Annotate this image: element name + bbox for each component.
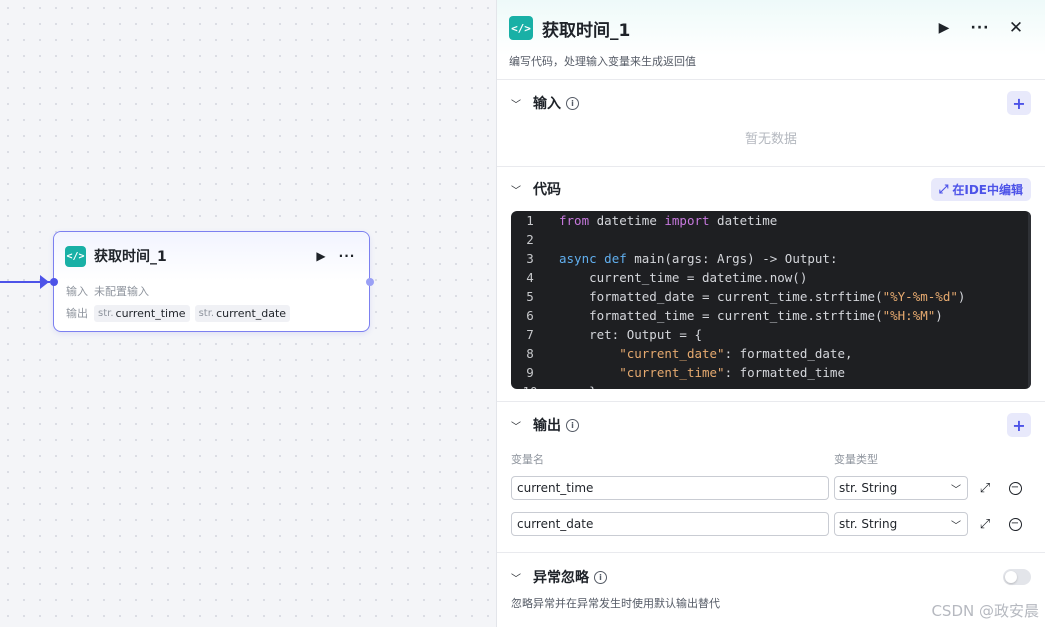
node-input-row: 输入 未配置输入 [54,280,369,302]
code-line[interactable]: 8 "current_date": formatted_date, [511,344,1031,363]
code-section-title: 代码 [533,182,561,198]
expand-icon[interactable]: ⤢ [972,476,998,500]
editor-scrollbar[interactable] [1028,211,1031,389]
empty-state: 暂无数据 [744,132,797,147]
line-number: 2 [526,232,534,247]
chevron-down-icon[interactable]: ﹀ [511,570,527,585]
line-number: 7 [526,327,534,342]
expand-icon: ⤢ [938,181,949,196]
add-input-button[interactable]: + [1007,91,1031,115]
more-icon[interactable]: ··· [335,244,359,268]
line-number: 8 [526,346,534,361]
input-section: ﹀ 输入 i + 暂无数据 [497,80,1045,167]
output-port[interactable] [365,278,374,286]
node-title: 获取时间_1 [94,249,167,265]
ignore-section-title: 异常忽略 [533,570,589,586]
chevron-down-icon: ﹀ [951,520,961,532]
code-text: } [559,382,597,389]
code-icon: </> [509,16,533,40]
code-text: async def main(args: Args) -> Output: [559,251,838,266]
variable-type-value: str. String [839,481,898,495]
output-tag-name: current_date [216,306,287,320]
node-header: </> 获取时间_1 ▶ ··· [54,232,369,280]
variable-type-value: str. String [839,517,898,531]
output-section-title: 输出 [533,418,561,434]
column-header-type: 变量类型 [834,453,878,466]
variable-type-select[interactable]: str. String ﹀ [834,512,968,536]
node-output-row: 输出 str. current_time str. current_date [54,302,369,324]
code-editor[interactable]: 1 from datetime import datetime 2 3 async de… [511,211,1031,389]
code-line[interactable]: 1 from datetime import datetime [511,211,1031,230]
input-section-title: 输入 [533,96,561,112]
output-tag: str. current_time [94,304,190,322]
node-output-label: 输出 [66,307,88,320]
code-text: "current_date": formatted_date, [619,346,853,361]
output-row: str. String ﹀ ⤢ − [511,506,1031,542]
arrow-icon [40,275,49,289]
variable-type-select[interactable]: str. String ﹀ [834,476,968,500]
variable-name-input[interactable] [511,476,829,500]
code-line[interactable]: 5 formatted_date = current_time.strftime… [511,287,1031,306]
code-icon: </> [65,245,86,267]
ignore-exception-toggle[interactable] [1003,569,1031,585]
line-number: 1 [526,213,534,228]
code-section: ﹀ 代码 ⤢ 在IDE中编辑 1 from datetime import dat… [497,167,1045,402]
line-number: 6 [526,308,534,323]
minus-circle-icon: − [1008,481,1022,495]
output-tag-type: str. [98,307,114,319]
code-line[interactable]: 9 "current_time": formatted_time [511,363,1031,382]
line-number: 9 [526,365,534,380]
code-node[interactable]: </> 获取时间_1 ▶ ··· 输入 未配置输入 输出 str. curren… [49,231,374,332]
edit-in-ide-label: 在IDE中编辑 [952,182,1023,197]
remove-row-button[interactable]: − [1002,476,1028,500]
output-section: ﹀ 输出 i + 变量名 变量类型 str. String ﹀ ⤢ − str.… [497,402,1045,553]
line-number: 3 [526,251,534,266]
output-row: str. String ﹀ ⤢ − [511,470,1031,506]
panel-title: 获取时间_1 [542,20,631,41]
node-config-panel: </> 获取时间_1 ▶ ··· ✕ 编写代码，处理输入变量来生成返回值 ﹀ 输… [496,0,1045,627]
remove-row-button[interactable]: − [1002,512,1028,536]
code-text: "current_time": formatted_time [619,365,845,380]
info-icon[interactable]: i [594,570,607,584]
input-port[interactable] [49,278,58,286]
minus-circle-icon: − [1008,517,1022,531]
run-icon[interactable]: ▶ [929,14,959,42]
expand-icon[interactable]: ⤢ [972,512,998,536]
more-icon[interactable]: ··· [965,14,995,42]
line-number: 10 [511,382,559,389]
code-text: current_time = datetime.now() [559,270,808,285]
code-text: from datetime import datetime [559,213,778,228]
output-tag-name: current_time [115,306,186,320]
variable-name-input[interactable] [511,512,829,536]
chevron-down-icon[interactable]: ﹀ [511,418,527,433]
code-text: ret: Output = { [559,327,702,342]
code-line[interactable]: 10 } [511,382,1031,389]
column-header-name: 变量名 [511,453,544,466]
node-input-label: 输入 [66,285,88,298]
panel-description: 编写代码，处理输入变量来生成返回值 [509,55,696,68]
code-line[interactable]: 3 async def main(args: Args) -> Output: [511,249,1031,268]
code-line[interactable]: 2 [511,230,1031,249]
panel-header: </> 获取时间_1 ▶ ··· ✕ 编写代码，处理输入变量来生成返回值 [497,0,1045,80]
edit-in-ide-button[interactable]: ⤢ 在IDE中编辑 [930,177,1031,201]
line-number: 5 [526,289,534,304]
code-line[interactable]: 7 ret: Output = { [511,325,1031,344]
output-tag-type: str. [198,307,215,319]
node-input-value: 未配置输入 [94,285,149,298]
code-text: formatted_time = current_time.strftime("… [559,308,943,323]
code-line[interactable]: 4 current_time = datetime.now() [511,268,1031,287]
chevron-down-icon: ﹀ [951,484,961,496]
chevron-down-icon[interactable]: ﹀ [511,182,527,197]
code-line[interactable]: 6 formatted_time = current_time.strftime… [511,306,1031,325]
close-icon[interactable]: ✕ [1001,14,1031,42]
info-icon[interactable]: i [566,418,579,432]
output-tag: str. current_date [194,304,291,322]
add-output-button[interactable]: + [1007,413,1031,437]
line-number: 4 [526,270,534,285]
run-icon[interactable]: ▶ [309,244,333,268]
info-icon[interactable]: i [566,96,579,110]
watermark: CSDN @政安晨 [931,602,1039,620]
code-text: formatted_date = current_time.strftime("… [559,289,966,304]
chevron-down-icon[interactable]: ﹀ [511,96,527,111]
